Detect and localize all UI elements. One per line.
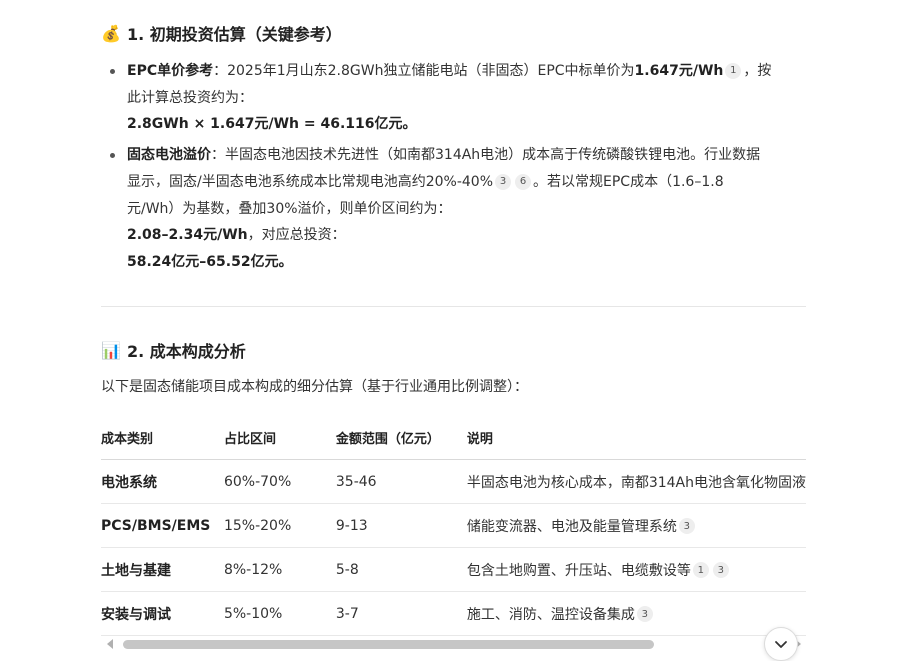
section-title: 1. 初期投资估算（关键参考） bbox=[127, 25, 342, 44]
column-header: 成本类别 bbox=[101, 416, 224, 460]
share-cell: 60%-70% bbox=[223, 459, 336, 504]
cost-category-cell: 电池系统 bbox=[101, 459, 224, 504]
section-heading-investment: 💰 1. 初期投资估算（关键参考） bbox=[101, 21, 342, 45]
cost-intro-text: 以下是固态储能项目成本构成的细分估算（基于行业通用比例调整）： bbox=[101, 379, 528, 395]
share-cell: 15%-20% bbox=[223, 503, 336, 548]
section-divider bbox=[101, 306, 806, 307]
column-header: 说明 bbox=[466, 416, 806, 460]
investment-bullet-list: EPC单价参考：2025年1月山东2.8GWh独立储能电站（非固态）EPC中标单… bbox=[101, 58, 806, 276]
amount-cell: 3-7 bbox=[335, 591, 467, 636]
table-row: PCS/BMS/EMS 15%-20% 9-13 储能变流器、电池及能量管理系统… bbox=[101, 503, 806, 548]
table-row: 电池系统 60%-70% 35-46 半固态电池为核心成本，南都314Ah电池含… bbox=[101, 459, 806, 504]
chevron-down-icon bbox=[775, 641, 787, 648]
citation-badge[interactable]: 1 bbox=[725, 63, 742, 80]
list-item: EPC单价参考：2025年1月山东2.8GWh独立储能电站（非固态）EPC中标单… bbox=[101, 58, 806, 138]
cost-category-cell: 土地与基建 bbox=[101, 547, 224, 592]
section-heading-cost: 📊 2. 成本构成分析 bbox=[101, 338, 246, 362]
share-cell: 5%-10% bbox=[223, 591, 336, 636]
table-row: 安装与调试 5%-10% 3-7 施工、消防、温控设备集成 3 bbox=[101, 591, 806, 636]
table-header-row: 成本类别 占比区间 金额范围（亿元） 说明 bbox=[101, 416, 806, 460]
section-title: 2. 成本构成分析 bbox=[127, 342, 246, 361]
table-row: 土地与基建 8%-12% 5-8 包含土地购置、升压站、电缆敷设等 1 3 bbox=[101, 547, 806, 592]
list-item: 固态电池溢价：半固态电池因技术先进性（如南都314Ah电池）成本高于传统磷酸铁锂… bbox=[101, 142, 806, 276]
cost-breakdown-table: 成本类别 占比区间 金额范围（亿元） 说明 电池系统 60%-70% 35-46… bbox=[101, 416, 806, 636]
amount-cell: 35-46 bbox=[335, 459, 467, 504]
amount-cell: 9-13 bbox=[335, 503, 467, 548]
citation-badge[interactable]: 3 bbox=[712, 562, 729, 578]
arrow-left-icon[interactable] bbox=[107, 639, 113, 649]
column-header: 占比区间 bbox=[223, 416, 336, 460]
horizontal-scrollbar-thumb[interactable] bbox=[123, 640, 654, 649]
money-bag-icon: 💰 bbox=[101, 23, 121, 43]
citation-badge[interactable]: 6 bbox=[515, 174, 532, 191]
note-cell: 半固态电池为核心成本，南都314Ah电池含氧化物固液 bbox=[466, 459, 806, 504]
share-cell: 8%-12% bbox=[223, 547, 336, 592]
cost-category-cell: PCS/BMS/EMS bbox=[101, 503, 224, 548]
scroll-to-bottom-button[interactable] bbox=[764, 627, 798, 661]
citation-badge[interactable]: 3 bbox=[495, 174, 512, 191]
cost-category-cell: 安装与调试 bbox=[101, 591, 224, 636]
citation-badge[interactable]: 3 bbox=[678, 518, 695, 534]
note-cell: 储能变流器、电池及能量管理系统 3 bbox=[466, 503, 806, 548]
column-header: 金额范围（亿元） bbox=[335, 416, 467, 460]
citation-badge[interactable]: 1 bbox=[692, 562, 709, 578]
bar-chart-icon: 📊 bbox=[101, 340, 121, 360]
amount-cell: 5-8 bbox=[335, 547, 467, 592]
note-cell: 包含土地购置、升压站、电缆敷设等 1 3 bbox=[466, 547, 806, 592]
note-cell: 施工、消防、温控设备集成 3 bbox=[466, 591, 806, 636]
citation-badge[interactable]: 3 bbox=[636, 606, 653, 622]
